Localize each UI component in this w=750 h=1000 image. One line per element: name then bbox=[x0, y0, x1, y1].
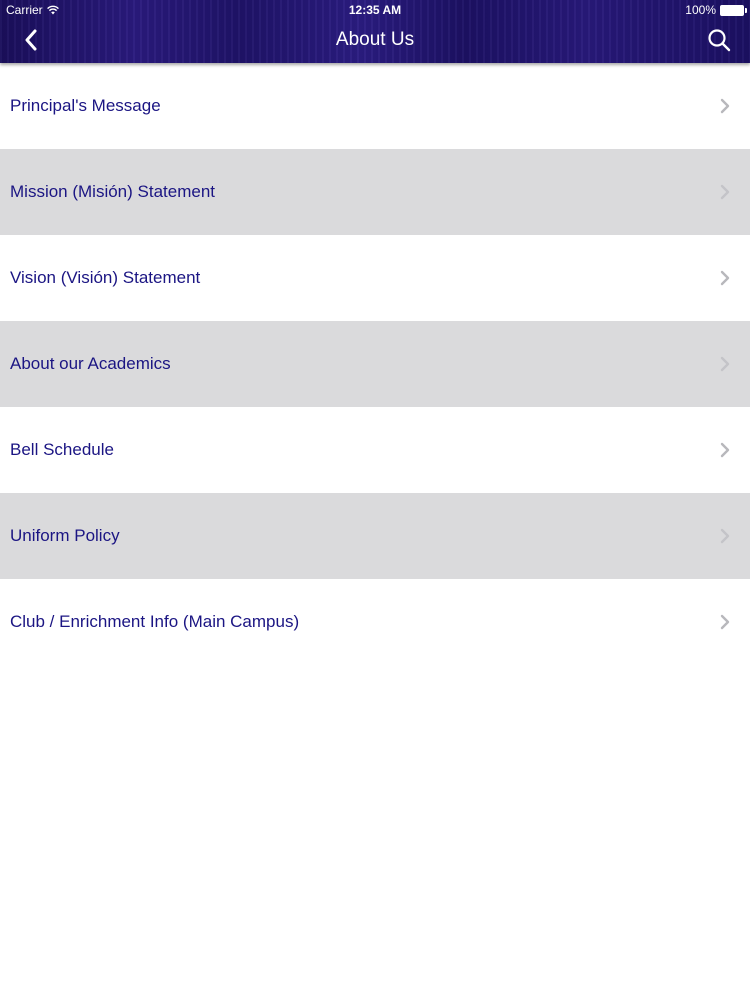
list-item-label: Vision (Visión) Statement bbox=[10, 268, 201, 287]
battery-percent: 100% bbox=[685, 3, 716, 17]
chevron-right-icon bbox=[720, 98, 730, 114]
list-item-label: Uniform Policy bbox=[10, 526, 120, 545]
list-item-about-academics[interactable]: About our Academics bbox=[0, 321, 750, 407]
list-item-vision-statement[interactable]: Vision (Visión) Statement bbox=[0, 235, 750, 321]
list-item-bell-schedule[interactable]: Bell Schedule bbox=[0, 407, 750, 493]
list-item-principals-message[interactable]: Principal's Message bbox=[0, 63, 750, 149]
list-item-label: Principal's Message bbox=[10, 96, 161, 115]
chevron-right-icon bbox=[720, 184, 730, 200]
menu-list: Principal's Message Mission (Misión) Sta… bbox=[0, 63, 750, 665]
chevron-right-icon bbox=[720, 442, 730, 458]
chevron-right-icon bbox=[720, 270, 730, 286]
status-time: 12:35 AM bbox=[348, 3, 402, 17]
status-battery: 100% bbox=[685, 3, 747, 17]
list-item-label: About our Academics bbox=[10, 354, 171, 373]
chevron-right-icon bbox=[720, 614, 730, 630]
page-title: About Us bbox=[335, 29, 415, 50]
search-button[interactable] bbox=[702, 24, 736, 56]
battery-icon bbox=[720, 4, 747, 16]
list-item-label: Club / Enrichment Info (Main Campus) bbox=[10, 612, 300, 631]
chevron-right-icon bbox=[720, 356, 730, 372]
list-item-uniform-policy[interactable]: Uniform Policy bbox=[0, 493, 750, 579]
list-item-label: Bell Schedule bbox=[10, 440, 114, 459]
status-bar: Carrier 12:35 AM 100% bbox=[0, 0, 750, 20]
list-item-club-enrichment-info[interactable]: Club / Enrichment Info (Main Campus) bbox=[0, 579, 750, 665]
list-item-label: Mission (Misión) Statement bbox=[10, 182, 216, 201]
navigation-header: Carrier 12:35 AM 100% About Us bbox=[0, 0, 750, 63]
search-icon bbox=[708, 29, 731, 52]
list-item-mission-statement[interactable]: Mission (Misión) Statement bbox=[0, 149, 750, 235]
chevron-right-icon bbox=[720, 528, 730, 544]
